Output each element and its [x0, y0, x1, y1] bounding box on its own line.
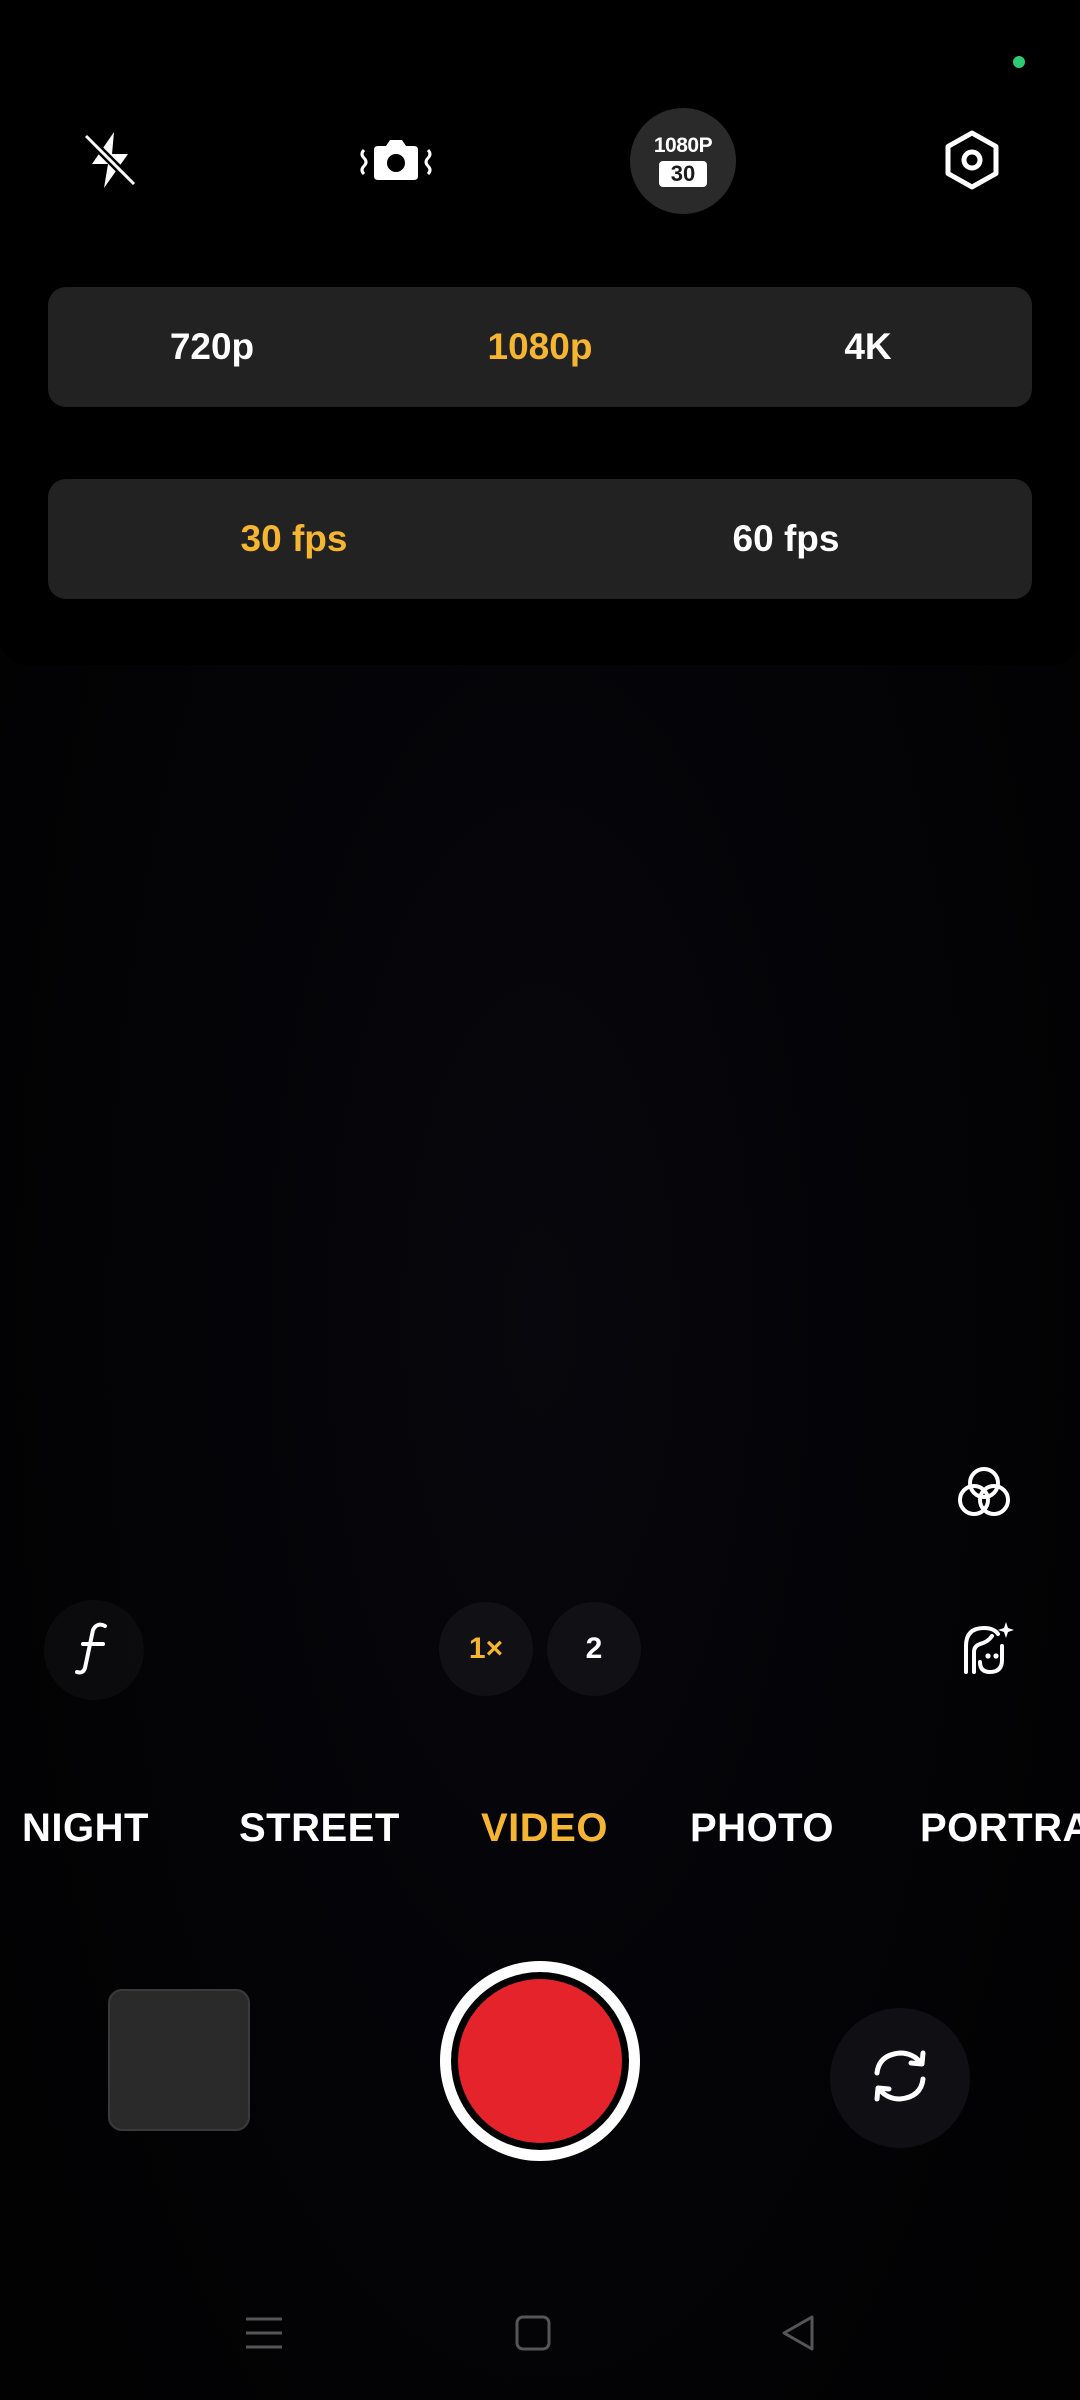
- flash-toggle-button[interactable]: [58, 108, 162, 212]
- home-square-icon: [511, 2311, 555, 2360]
- filter-button[interactable]: [934, 1444, 1034, 1544]
- beauty-face-icon: [952, 1616, 1016, 1685]
- resolution-selector: 720p 1080p 4K: [48, 287, 1032, 407]
- fps-selector: 30 fps 60 fps: [48, 479, 1032, 599]
- mode-night[interactable]: NIGHT: [22, 1806, 149, 1851]
- fps-option-60[interactable]: 60 fps: [540, 518, 1032, 560]
- back-triangle-icon: [776, 2311, 820, 2360]
- fps-option-30[interactable]: 30 fps: [48, 518, 540, 560]
- mode-photo[interactable]: PHOTO: [690, 1806, 834, 1851]
- resolution-badge-label: 1080P: [653, 134, 713, 157]
- mode-street[interactable]: STREET: [239, 1806, 400, 1851]
- settings-button[interactable]: [920, 108, 1024, 212]
- zoom-2x-button[interactable]: 2: [547, 1602, 641, 1696]
- mode-selector[interactable]: NIGHT STREET VIDEO PHOTO PORTRAIT: [0, 1800, 1080, 1860]
- menu-icon: [242, 2311, 286, 2360]
- record-button[interactable]: [440, 1961, 640, 2161]
- mode-portrait[interactable]: PORTRAIT: [920, 1806, 1080, 1851]
- status-dot-indicator: [1013, 56, 1025, 68]
- filter-circles-icon: [953, 1461, 1015, 1528]
- record-button-core: [458, 1979, 622, 2143]
- f-script-icon: [69, 1618, 119, 1683]
- record-button-ring: [451, 1972, 629, 2150]
- gallery-thumbnail[interactable]: [108, 1989, 250, 2131]
- resolution-badge-button[interactable]: 1080P 30: [630, 108, 736, 214]
- zoom-1x-button[interactable]: 1×: [439, 1602, 533, 1696]
- nav-home-button[interactable]: [493, 2300, 573, 2370]
- flash-off-icon: [78, 128, 142, 192]
- resolution-option-4k[interactable]: 4K: [704, 326, 1032, 368]
- stabilization-button[interactable]: [344, 108, 448, 212]
- pro-mode-button[interactable]: [44, 1600, 144, 1700]
- camera-flip-button[interactable]: [830, 2008, 970, 2148]
- nav-back-button[interactable]: [758, 2300, 838, 2370]
- beauty-button[interactable]: [934, 1600, 1034, 1700]
- mode-video[interactable]: VIDEO: [481, 1806, 608, 1851]
- resolution-option-720p[interactable]: 720p: [48, 326, 376, 368]
- resolution-option-1080p[interactable]: 1080p: [376, 326, 704, 368]
- camera-flip-icon: [867, 2043, 933, 2114]
- fps-badge-label: 30: [658, 161, 708, 187]
- settings-hexagon-icon: [941, 129, 1003, 191]
- stabilization-icon: [356, 130, 436, 190]
- nav-menu-button[interactable]: [224, 2300, 304, 2370]
